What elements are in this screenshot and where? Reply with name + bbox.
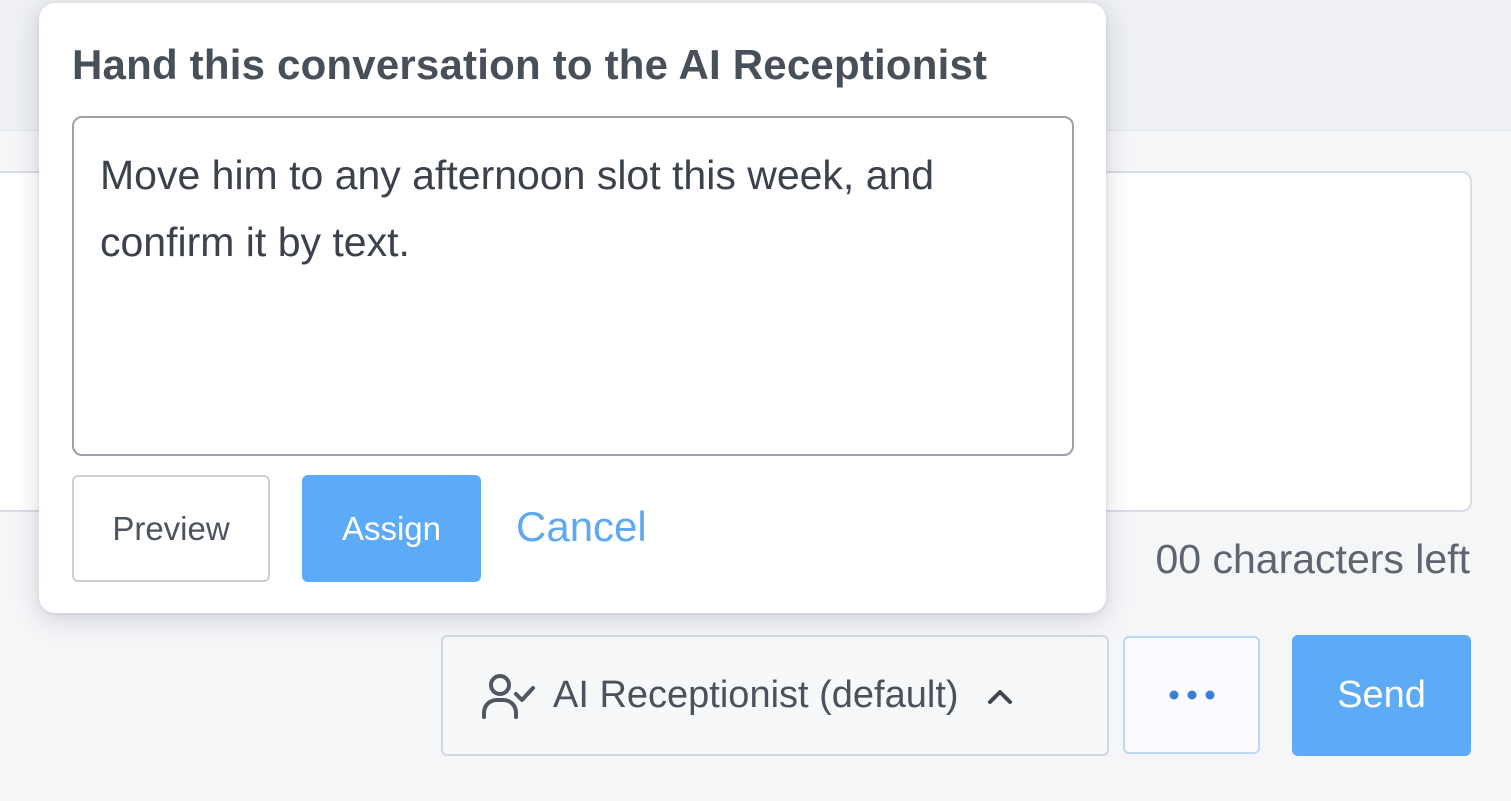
chevron-up-icon	[987, 689, 1012, 704]
assignee-label: AI Receptionist (default)	[553, 674, 959, 716]
send-button[interactable]: Send	[1292, 635, 1471, 756]
instructions-input[interactable]: Move him to any afternoon slot this week…	[72, 116, 1074, 456]
cancel-link[interactable]: Cancel	[516, 503, 647, 551]
assignee-dropdown[interactable]: AI Receptionist (default)	[441, 635, 1109, 756]
more-options-button[interactable]	[1123, 636, 1260, 754]
user-check-icon	[482, 673, 535, 719]
ellipsis-icon	[1169, 690, 1214, 700]
popover-title: Hand this conversation to the AI Recepti…	[72, 41, 988, 88]
assign-button[interactable]: Assign	[302, 475, 481, 582]
assign-ai-popover: Hand this conversation to the AI Recepti…	[39, 3, 1106, 613]
preview-button[interactable]: Preview	[72, 475, 270, 582]
character-counter: 00 characters left	[1155, 536, 1471, 582]
